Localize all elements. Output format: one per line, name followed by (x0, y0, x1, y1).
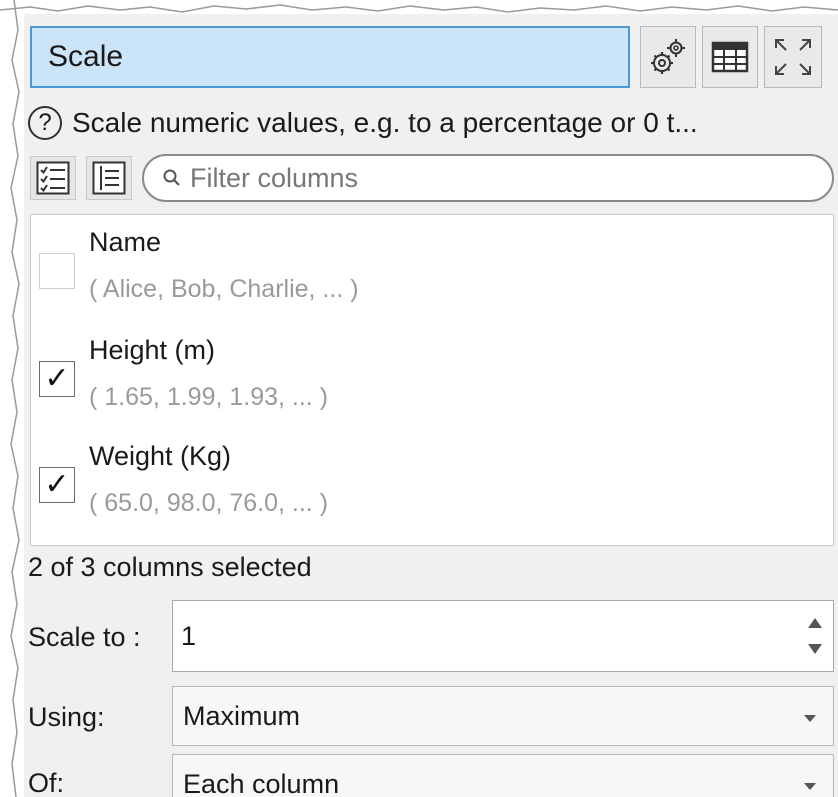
torn-edge-left (10, 0, 20, 797)
column-sample-values: ( 65.0, 98.0, 76.0, ... ) (89, 489, 329, 517)
decrement-arrow-icon[interactable] (803, 637, 827, 661)
column-checkbox[interactable]: ✓ (39, 467, 75, 503)
maximize-button[interactable] (764, 26, 822, 88)
column-sample-values: ( 1.65, 1.99, 1.93, ... ) (89, 383, 329, 411)
table-icon (711, 41, 749, 73)
using-selected-value: Maximum (183, 701, 301, 731)
list-item[interactable]: ✓ Height (m) ( 1.65, 1.99, 1.93, ... ) (31, 331, 831, 431)
filter-columns-input[interactable]: Filter columns (142, 154, 834, 202)
filter-toolbar: Filter columns (30, 152, 838, 204)
using-dropdown[interactable]: Maximum (172, 686, 834, 746)
panel-title[interactable]: Scale (30, 26, 630, 88)
screenshot-frame: Scale ? Scale numeric values, e.g. to a … (0, 0, 838, 797)
selection-status: 2 of 3 columns selected (28, 552, 312, 582)
maximize-icon (775, 39, 811, 75)
chevron-down-icon (799, 775, 821, 797)
checklist-icon (36, 161, 70, 195)
table-view-button[interactable] (702, 26, 758, 88)
scale-to-value[interactable]: 1 (181, 621, 196, 652)
filter-placeholder: Filter columns (190, 162, 359, 193)
chevron-down-icon (799, 707, 821, 729)
help-icon[interactable]: ? (28, 106, 62, 140)
settings-gears-icon (651, 39, 685, 74)
of-selected-value: Each column (183, 769, 340, 797)
help-description: ? Scale numeric values, e.g. to a percen… (28, 102, 836, 144)
increment-arrow-icon[interactable] (803, 611, 827, 635)
help-text: Scale numeric values, e.g. to a percenta… (72, 107, 698, 138)
of-label: Of: (28, 768, 65, 797)
panel-header: Scale (30, 26, 838, 92)
search-icon (162, 168, 182, 188)
scale-to-label: Scale to : (28, 622, 141, 652)
scale-to-spinbox[interactable]: 1 (172, 600, 834, 672)
column-sample-values: ( Alice, Bob, Charlie, ... ) (89, 275, 359, 303)
settings-button[interactable] (640, 26, 696, 88)
of-dropdown[interactable]: Each column (172, 754, 834, 797)
column-name: Height (m) (89, 335, 216, 365)
using-label: Using: (28, 702, 105, 732)
list-item[interactable]: ✓ Weight (Kg) ( 65.0, 98.0, 76.0, ... ) (31, 437, 831, 537)
select-all-button[interactable] (30, 156, 76, 200)
list-item[interactable]: Name ( Alice, Bob, Charlie, ... ) (31, 223, 831, 323)
column-name: Weight (Kg) (89, 441, 232, 471)
column-list: Name ( Alice, Bob, Charlie, ... ) ✓ Heig… (30, 214, 834, 546)
scale-panel: Scale ? Scale numeric values, e.g. to a … (24, 14, 838, 797)
select-none-button[interactable] (86, 156, 132, 200)
column-name: Name (89, 227, 162, 257)
column-checkbox[interactable]: ✓ (39, 361, 75, 397)
torn-edge-top (0, 0, 838, 13)
list-icon (92, 161, 126, 195)
column-checkbox[interactable] (39, 253, 75, 289)
